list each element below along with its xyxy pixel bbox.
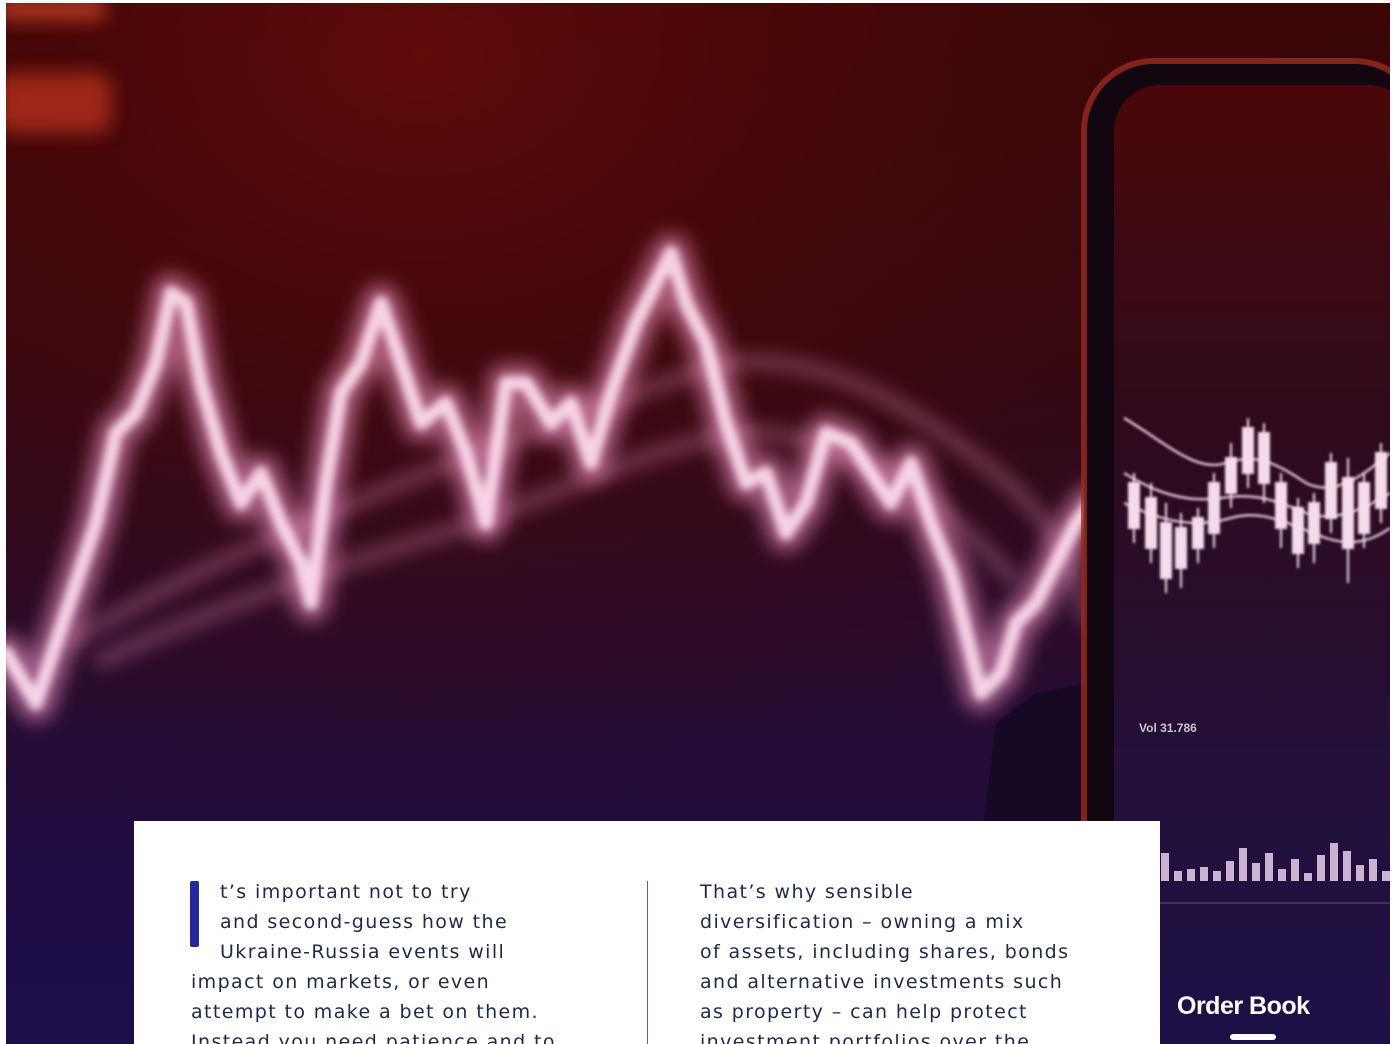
phone-order-book-tab: Order Book	[1177, 992, 1310, 1020]
column-divider	[647, 881, 648, 1044]
paragraph-line: t’s important not to try	[220, 881, 472, 903]
paragraph-line: Ukraine-Russia events will	[220, 941, 506, 963]
paragraph-line: diversification – owning a mix	[700, 911, 1025, 933]
paragraph-line: Instead you need patience and to	[191, 1031, 556, 1044]
paragraph-line: and alternative investments such	[700, 971, 1064, 993]
paragraph-line: as property – can help protect	[700, 1001, 1028, 1023]
phone-volume-label: Vol 31.786	[1139, 721, 1197, 735]
paragraph-line: investment portfolios over the	[700, 1031, 1031, 1044]
paragraph-line: That’s why sensible	[700, 881, 915, 903]
paragraph-line: and second-guess how the	[220, 911, 509, 933]
article-text-card: t’s important not to try and second-gues…	[134, 821, 1160, 1044]
paragraph-line: attempt to make a bet on them.	[191, 1001, 539, 1023]
paragraph-line: of assets, including shares, bonds	[700, 941, 1070, 963]
article-column-2: That’s why sensible diversification – ow…	[700, 877, 1140, 1044]
paragraph-line: impact on markets, or even	[191, 971, 491, 993]
article-column-1: t’s important not to try and second-gues…	[191, 877, 611, 1044]
